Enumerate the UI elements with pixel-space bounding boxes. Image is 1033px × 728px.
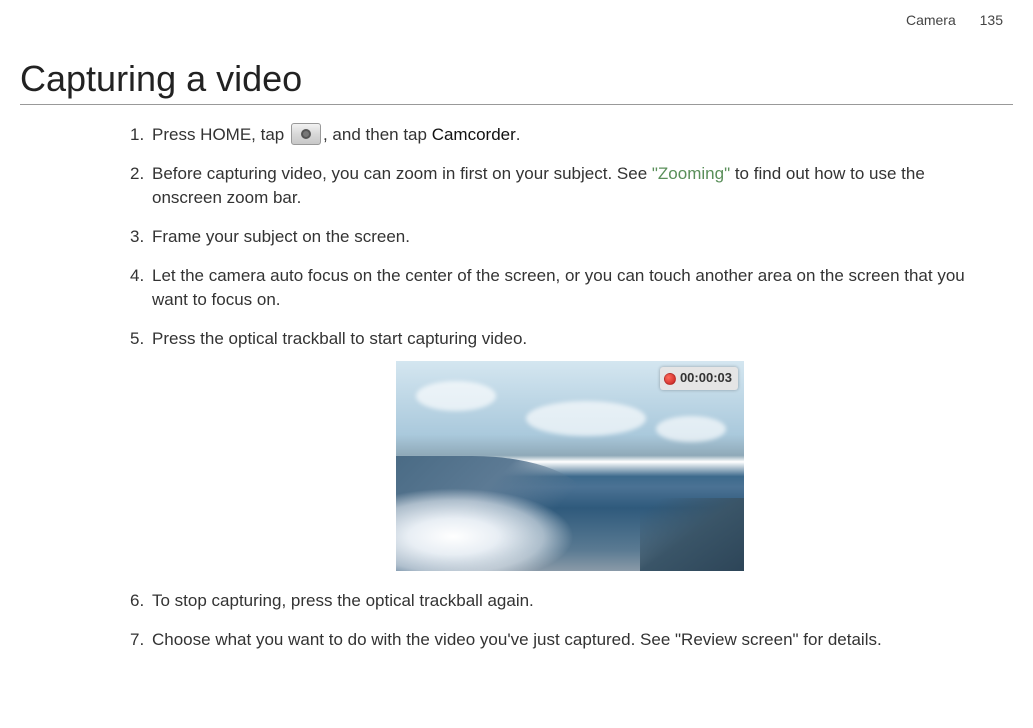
step-4-text: Let the camera auto focus on the center … [152,266,965,310]
step-1-text-a: Press HOME, tap [152,125,289,144]
step-4: Let the camera auto focus on the center … [130,264,988,313]
step-7: Choose what you want to do with the vide… [130,628,988,653]
title-divider [20,104,1013,105]
step-1-bold: Camcorder [432,125,516,144]
page-header: Camera 135 [20,10,1013,28]
apps-grid-icon [291,123,321,145]
step-6-text: To stop capturing, press the optical tra… [152,591,534,610]
cloud-decoration [656,416,726,442]
header-section: Camera [906,12,956,28]
step-3: Frame your subject on the screen. [130,225,988,250]
screenshot-container: 00:00:03 [152,361,988,571]
step-2: Before capturing video, you can zoom in … [130,162,988,211]
video-capture-screenshot: 00:00:03 [396,361,744,571]
page-title: Capturing a video [20,58,1013,100]
step-1-text-c: . [516,125,521,144]
header-page-number: 135 [980,12,1003,28]
step-7-text: Choose what you want to do with the vide… [152,630,882,649]
cloud-decoration [416,381,496,411]
record-indicator-icon [664,373,676,385]
step-5-text: Press the optical trackball to start cap… [152,329,527,348]
content-area: Press HOME, tap , and then tap Camcorder… [20,123,1013,653]
step-5: Press the optical trackball to start cap… [130,327,988,572]
step-6: To stop capturing, press the optical tra… [130,589,988,614]
steps-list: Press HOME, tap , and then tap Camcorder… [130,123,988,653]
step-1: Press HOME, tap , and then tap Camcorder… [130,123,988,148]
step-2-text-a: Before capturing video, you can zoom in … [152,164,652,183]
zooming-link[interactable]: "Zooming" [652,164,730,183]
recording-timer-badge: 00:00:03 [660,367,738,390]
cloud-decoration [526,401,646,436]
step-3-text: Frame your subject on the screen. [152,227,410,246]
step-1-text-b: , and then tap [323,125,432,144]
timer-text: 00:00:03 [680,369,732,388]
